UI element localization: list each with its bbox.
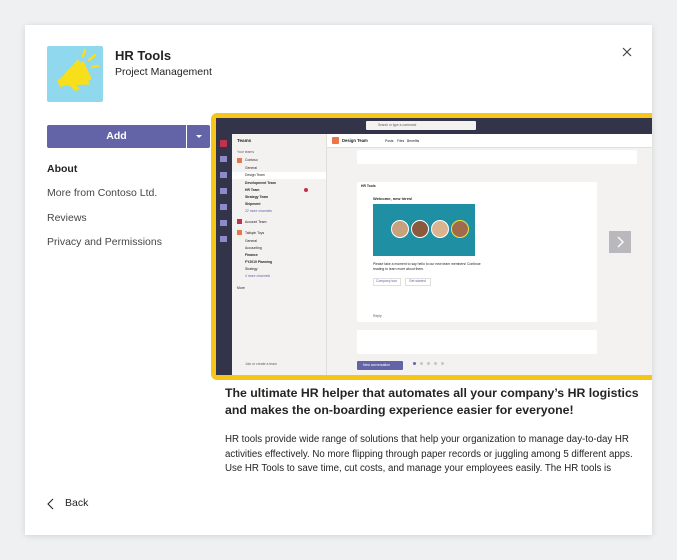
- screenshot-channel: Accounting: [245, 246, 262, 250]
- app-category: Project Management: [115, 66, 212, 78]
- screenshot-card-button: Company tour: [376, 279, 398, 283]
- app-description: HR tools provide wide range of solutions…: [225, 434, 633, 474]
- screenshot-bot-name: HR Tools: [361, 184, 376, 188]
- screenshot-your-teams: Your teams: [237, 150, 255, 154]
- app-name: HR Tools: [115, 48, 172, 63]
- screenshot-team: Contoso: [245, 158, 258, 162]
- screenshot-join-team: Join or create a team: [245, 362, 277, 366]
- screenshot-team: Account Team: [245, 220, 267, 224]
- screenshot-bot-card: HR Tools Welcome, new hires! Please take…: [357, 182, 597, 322]
- carousel-dot[interactable]: [413, 362, 416, 365]
- screenshot-panel-title: Teams: [237, 138, 252, 143]
- nav-reviews[interactable]: Reviews: [47, 212, 87, 224]
- screenshot-tab: Posts: [385, 139, 394, 143]
- screenshot-channel-area: Design Team Posts Files Benefits HR Tool…: [327, 134, 652, 375]
- screenshot-channel: Strategy: [245, 267, 258, 271]
- screenshot-carousel: Search or type a command Teams Your team…: [211, 113, 652, 380]
- screenshot-card-title: Welcome, new hires!: [373, 196, 413, 201]
- screenshot-channel: General: [245, 239, 258, 243]
- screenshot-teams-list: Teams Your teams Contoso General Design …: [232, 134, 327, 375]
- screenshot-channel: Finance: [245, 253, 258, 257]
- screenshot-tab: Benefits: [407, 139, 420, 143]
- screenshot-more: More: [237, 286, 245, 290]
- screenshot-team: Tailspin Toys: [245, 231, 265, 235]
- megaphone-icon: [56, 48, 100, 92]
- screenshot-team: Shipment: [245, 202, 261, 206]
- screenshot-channel: General: [245, 166, 258, 170]
- screenshot-message: [357, 330, 597, 354]
- screenshot-card-text: Please take a moment to say hello to our…: [373, 262, 481, 271]
- screenshot-channel-name: Design Team: [342, 138, 368, 143]
- carousel-dot[interactable]: [434, 362, 437, 365]
- nav-about[interactable]: About: [47, 163, 77, 175]
- screenshot-card-button: Get started: [409, 279, 426, 283]
- screenshot-search: Search or type a command: [366, 121, 476, 130]
- screenshot-message: [357, 150, 637, 164]
- screenshot-team: Development Team: [245, 181, 276, 185]
- add-options-chevron-icon[interactable]: [187, 125, 210, 148]
- app-headline: The ultimate HR helper that automates al…: [225, 386, 639, 417]
- screenshot-channel: FY2019 Planning: [245, 260, 273, 264]
- screenshot-app-rail: [216, 134, 232, 375]
- screenshot-channel: Design Team: [245, 173, 265, 177]
- close-icon[interactable]: [618, 43, 636, 61]
- screenshot-team: HR Team: [245, 188, 260, 192]
- teams-screenshot: Search or type a command Teams Your team…: [216, 118, 652, 375]
- app-details-dialog: HR Tools Project Management Add About Mo…: [25, 25, 652, 535]
- screenshot-team: Strategy Team: [245, 195, 269, 199]
- carousel-dot[interactable]: [441, 362, 444, 365]
- add-button[interactable]: Add: [47, 125, 186, 148]
- screenshot-channel: 4 more channels: [245, 274, 271, 278]
- screenshot-channel-header: Design Team Posts Files Benefits: [327, 134, 652, 148]
- app-logo: [47, 46, 103, 102]
- nav-privacy-permissions[interactable]: Privacy and Permissions: [47, 236, 162, 248]
- back-button[interactable]: Back: [65, 497, 88, 509]
- screenshot-title-bar: Search or type a command: [216, 118, 652, 134]
- carousel-next-chevron-icon[interactable]: [609, 231, 631, 253]
- screenshot-new-conversation-label: New conversation: [363, 363, 390, 367]
- screenshot-reply: Reply: [373, 314, 382, 318]
- nav-more-from-contoso[interactable]: More from Contoso Ltd.: [47, 187, 157, 199]
- carousel-dot[interactable]: [420, 362, 423, 365]
- screenshot-tab: Files: [397, 139, 405, 143]
- carousel-dot[interactable]: [427, 362, 430, 365]
- screenshot-new-hires-photo: [373, 204, 475, 256]
- screenshot-new-conversation: New conversation: [357, 361, 403, 370]
- back-chevron-icon[interactable]: [46, 498, 55, 510]
- screenshot-channel: 22 more channels: [245, 209, 272, 213]
